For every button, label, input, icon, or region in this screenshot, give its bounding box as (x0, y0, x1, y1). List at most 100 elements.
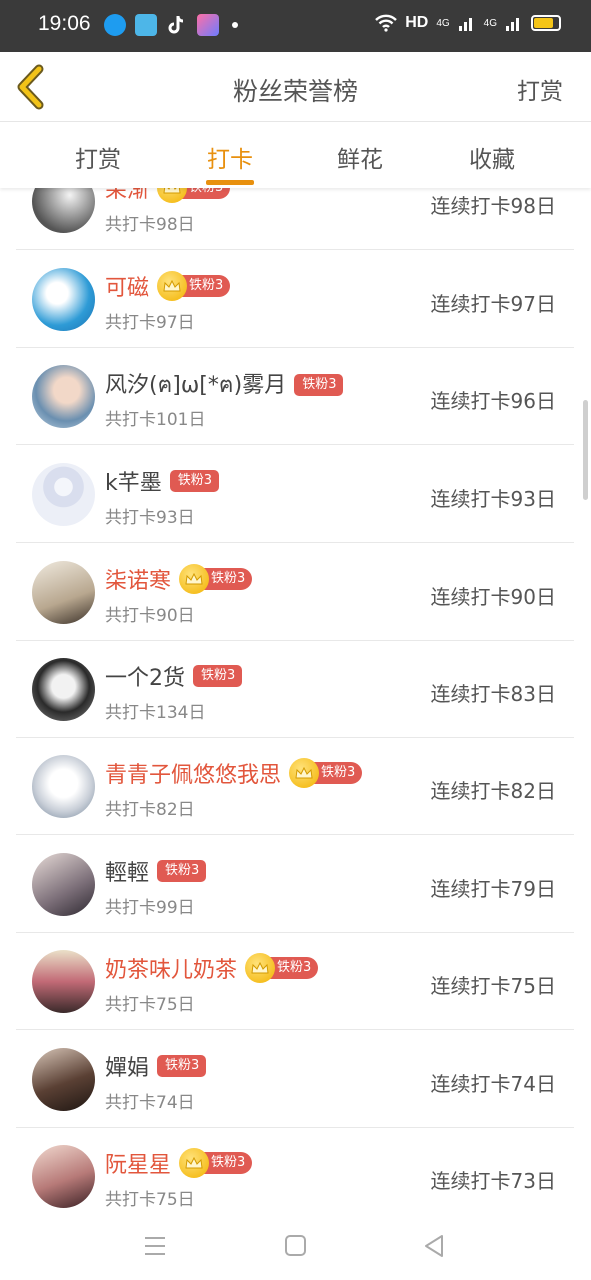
fan-list-item[interactable]: 青青子佩悠悠我思 铁粉3 共打卡82日 连续打卡82日 (16, 737, 574, 835)
avatar[interactable] (32, 561, 95, 624)
tab-bar: 打赏 打卡 鲜花 收藏 (0, 122, 591, 188)
fan-list-item[interactable]: 呆渐铁粉3 共打卡98日 连续打卡98日 (16, 188, 574, 250)
fan-level-badge: 铁粉3 (193, 665, 243, 687)
network-label: HD (405, 14, 429, 31)
system-nav-bar (0, 1213, 591, 1280)
consecutive-checkin-days: 连续打卡83日 (430, 682, 556, 706)
tab-favorites[interactable]: 收藏 (442, 140, 542, 174)
user-name[interactable]: 柒诺寒 (105, 563, 171, 595)
signal-label-1: 4G (436, 17, 450, 29)
scrollbar[interactable] (583, 400, 588, 500)
consecutive-checkin-days: 连续打卡74日 (430, 1072, 556, 1096)
consecutive-checkin-days: 连续打卡79日 (430, 877, 556, 901)
signal-label-2: 4G (483, 17, 497, 29)
user-name[interactable]: 呆渐 (105, 188, 149, 204)
vip-fan-badge: 铁粉3 (157, 188, 231, 203)
status-app-icons (104, 14, 238, 36)
status-time: 19:06 (38, 12, 91, 35)
tab-checkin[interactable]: 打卡 (180, 140, 280, 174)
battery-icon (531, 15, 561, 31)
tab-indicator (206, 180, 254, 185)
avatar[interactable] (32, 755, 95, 818)
user-name[interactable]: k芊墨 (105, 465, 162, 497)
avatar[interactable] (32, 1048, 95, 1111)
user-name-line: 奶茶味儿奶茶 铁粉3 (105, 952, 319, 984)
user-name[interactable]: 奶茶味儿奶茶 (105, 952, 237, 984)
fan-list-item[interactable]: 一个2货 铁粉3 共打卡134日 连续打卡83日 (16, 640, 574, 738)
tab-reward[interactable]: 打赏 (48, 140, 148, 174)
total-checkin-days: 共打卡134日 (105, 703, 206, 723)
fan-level-badge: 铁粉3 (169, 470, 220, 492)
fan-list-item[interactable]: 阮星星 铁粉3 共打卡75日 连续打卡73日 (16, 1127, 574, 1213)
home-square-icon (285, 1235, 306, 1256)
avatar[interactable] (32, 268, 95, 331)
avatar[interactable] (32, 1145, 95, 1208)
home-button[interactable] (281, 1231, 311, 1261)
user-name[interactable]: 阮星星 (105, 1147, 171, 1179)
page-title: 粉丝荣誉榜 (232, 77, 358, 106)
fan-list-item[interactable]: 风汐(ฅ]ω[*ฅ)雾月 铁粉3 共打卡101日 连续打卡96日 (16, 347, 574, 445)
user-name[interactable]: 輕輕 (105, 855, 149, 887)
avatar[interactable] (32, 188, 95, 233)
user-name-line: 一个2货 铁粉3 (105, 660, 243, 692)
menu-icon (145, 1237, 165, 1255)
user-name[interactable]: 一个2货 (105, 660, 185, 692)
consecutive-checkin-days: 连续打卡98日 (430, 194, 556, 218)
tab-flowers[interactable]: 鲜花 (310, 140, 410, 174)
total-checkin-days: 共打卡75日 (105, 1190, 195, 1210)
status-bar: 19:06 HD 4G 4G (0, 0, 591, 52)
total-checkin-days: 共打卡75日 (105, 995, 195, 1015)
avatar[interactable] (32, 950, 95, 1013)
consecutive-checkin-days: 连续打卡82日 (430, 779, 556, 803)
consecutive-checkin-days: 连续打卡97日 (430, 292, 556, 316)
avatar[interactable] (32, 463, 95, 526)
total-checkin-days: 共打卡74日 (105, 1093, 195, 1113)
total-checkin-days: 共打卡101日 (105, 410, 206, 430)
total-checkin-days: 共打卡98日 (105, 215, 195, 235)
crown-icon (245, 953, 276, 983)
consecutive-checkin-days: 连续打卡75日 (430, 974, 556, 998)
fan-list-item[interactable]: 嬋娟 铁粉3 共打卡74日 连续打卡74日 (16, 1030, 574, 1128)
vip-fan-badge: 铁粉3 (289, 758, 363, 788)
gallery-icon (135, 14, 157, 36)
fan-list-item[interactable]: 柒诺寒 铁粉3 共打卡90日 连续打卡90日 (16, 543, 574, 641)
consecutive-checkin-days: 连续打卡93日 (430, 487, 556, 511)
status-indicators: HD 4G 4G (375, 14, 561, 32)
reward-button[interactable]: 打赏 (517, 72, 563, 106)
back-triangle-icon (425, 1235, 443, 1257)
back-nav-button[interactable] (420, 1231, 450, 1261)
user-name[interactable]: 青青子佩悠悠我思 (105, 757, 281, 789)
menu-button[interactable] (140, 1231, 170, 1261)
user-name-line: 阮星星 铁粉3 (105, 1147, 253, 1179)
consecutive-checkin-days: 连续打卡90日 (430, 585, 556, 609)
total-checkin-days: 共打卡82日 (105, 800, 195, 820)
user-name-line: 柒诺寒 铁粉3 (105, 563, 253, 595)
fan-list-item[interactable]: 可磁 铁粉3 共打卡97日 连续打卡97日 (16, 250, 574, 348)
app-icon (197, 14, 219, 36)
notification-dot (232, 22, 238, 28)
user-name-line: 青青子佩悠悠我思 铁粉3 (105, 757, 363, 789)
crown-icon (157, 188, 188, 203)
tiktok-icon (166, 14, 188, 36)
crown-icon (179, 564, 210, 594)
user-name-line: k芊墨 铁粉3 (105, 465, 220, 497)
consecutive-checkin-days: 连续打卡73日 (430, 1169, 556, 1193)
avatar[interactable] (32, 853, 95, 916)
user-name-line: 可磁 铁粉3 (105, 270, 231, 302)
fan-list-item[interactable]: 奶茶味儿奶茶 铁粉3 共打卡75日 连续打卡75日 (16, 932, 574, 1030)
user-name[interactable]: 嬋娟 (105, 1050, 149, 1082)
total-checkin-days: 共打卡99日 (105, 898, 195, 918)
fan-list-item[interactable]: k芊墨 铁粉3 共打卡93日 连续打卡93日 (16, 445, 574, 543)
avatar[interactable] (32, 658, 95, 721)
user-name[interactable]: 可磁 (105, 270, 149, 302)
user-name-line: 呆渐铁粉3 (105, 188, 231, 204)
crown-icon (157, 271, 188, 301)
fan-list-item[interactable]: 輕輕 铁粉3 共打卡99日 连续打卡79日 (16, 835, 574, 933)
user-name-line: 嬋娟 铁粉3 (105, 1050, 207, 1082)
crown-icon (289, 758, 320, 788)
checkin-ranking-list[interactable]: 呆渐铁粉3共打卡98日连续打卡98日可磁铁粉3共打卡97日连续打卡97日风汐(ฅ… (0, 188, 591, 1213)
qq-icon (104, 14, 126, 36)
vip-fan-badge: 铁粉3 (157, 271, 231, 301)
avatar[interactable] (32, 365, 95, 428)
user-name[interactable]: 风汐(ฅ]ω[*ฅ)雾月 (105, 367, 286, 402)
